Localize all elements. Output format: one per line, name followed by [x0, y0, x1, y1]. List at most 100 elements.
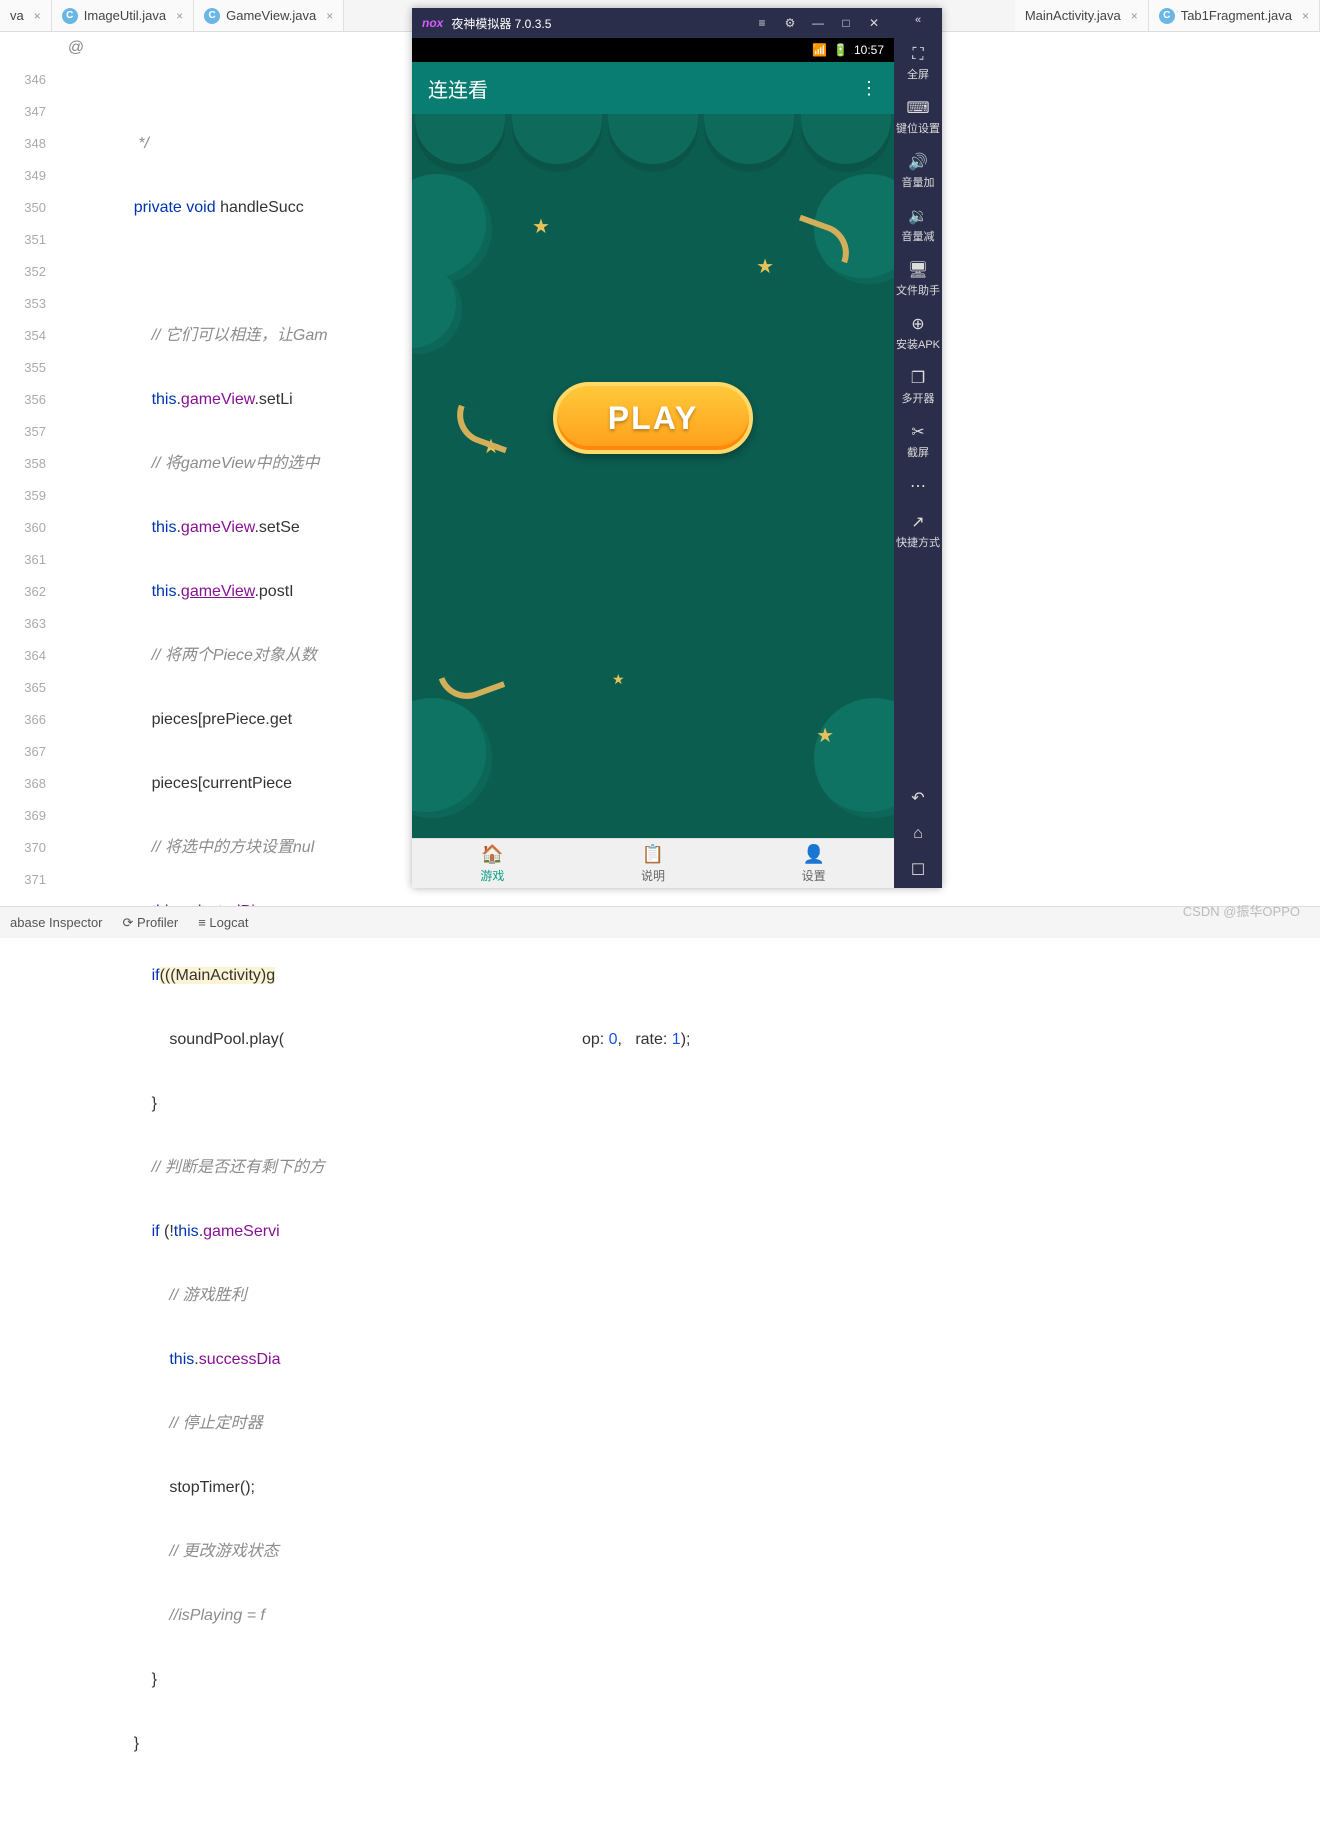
- emulator-window: nox 夜神模拟器 7.0.3.5 ≡ ⚙ — □ ✕ 📶 🔋 10:57 连连…: [412, 8, 942, 888]
- db-inspector-tab[interactable]: abase Inspector: [10, 915, 103, 930]
- more-icon: ⋯: [910, 476, 926, 496]
- tab-imageutil[interactable]: CImageUtil.java×: [52, 0, 194, 31]
- line-num: 365: [0, 672, 46, 704]
- tab-label: MainActivity.java: [1025, 8, 1121, 23]
- profiler-tab[interactable]: ⟳ Profiler: [123, 915, 179, 931]
- multi-button[interactable]: ❐ 多开器: [894, 360, 942, 414]
- gear-icon[interactable]: ⚙: [780, 16, 800, 30]
- code-text: stopTimer();: [169, 1479, 255, 1496]
- tab-label: Tab1Fragment.java: [1181, 8, 1292, 23]
- field: gameView: [181, 583, 255, 600]
- nav-settings[interactable]: 👤 设置: [733, 839, 894, 888]
- code-comment: // 将选中的方块设置nul: [152, 839, 315, 856]
- user-icon: 👤: [802, 844, 824, 865]
- tab-gameview[interactable]: CGameView.java×: [194, 0, 344, 31]
- tab-label: GameView.java: [226, 8, 316, 23]
- kw: if: [152, 967, 160, 984]
- shortcut-button[interactable]: ↗快捷方式: [894, 504, 942, 558]
- battery-icon: 🔋: [833, 43, 848, 57]
- tab-frag0[interactable]: va×: [0, 0, 52, 31]
- line-num: 347: [0, 96, 46, 128]
- star-icon: ★: [612, 671, 625, 688]
- maximize-icon[interactable]: □: [836, 16, 856, 30]
- keymap-button[interactable]: ⌨键位设置: [894, 90, 942, 144]
- code-text: }: [152, 1671, 157, 1688]
- code-comment: // 更改游戏状态: [169, 1543, 278, 1560]
- android-back-button[interactable]: ↶: [894, 780, 942, 816]
- nav-help[interactable]: 📋 说明: [573, 839, 734, 888]
- code-comment: // 停止定时器: [169, 1415, 262, 1432]
- kw: this: [152, 519, 177, 536]
- side-label: 音量减: [902, 228, 935, 244]
- field: successDia: [199, 1351, 281, 1368]
- multi-icon: ❐: [911, 368, 925, 388]
- field: gameServi: [203, 1223, 279, 1240]
- override-icon[interactable]: @: [56, 32, 96, 64]
- file-button[interactable]: 🖥 文件助手: [894, 252, 942, 306]
- close-icon[interactable]: ×: [1131, 9, 1138, 23]
- android-home-button[interactable]: ⌂: [894, 816, 942, 852]
- menu-icon[interactable]: ≡: [752, 16, 772, 30]
- tab-mainactivity[interactable]: MainActivity.java ×: [1015, 0, 1149, 31]
- minimize-icon[interactable]: —: [808, 16, 828, 30]
- app-title: 连连看: [428, 74, 488, 103]
- kw: this: [174, 1223, 199, 1240]
- screenshot-button[interactable]: ✂截屏: [894, 414, 942, 468]
- nav-game[interactable]: 🏠游戏: [412, 839, 573, 888]
- line-num: 348: [0, 128, 46, 160]
- line-num: 360: [0, 512, 46, 544]
- emulator-screen: nox 夜神模拟器 7.0.3.5 ≡ ⚙ — □ ✕ 📶 🔋 10:57 连连…: [412, 8, 894, 888]
- emulator-titlebar[interactable]: nox 夜神模拟器 7.0.3.5 ≡ ⚙ — □ ✕: [412, 8, 894, 38]
- line-num: 358: [0, 448, 46, 480]
- star-icon: ★: [756, 254, 774, 279]
- line-num: 371: [0, 864, 46, 896]
- wifi-icon: 📶: [812, 43, 827, 57]
- code-text: pieces[prePiece.get: [152, 711, 293, 728]
- logcat-tab[interactable]: ≡ Logcat: [198, 915, 248, 930]
- fullscreen-button[interactable]: ⛶全屏: [894, 38, 942, 90]
- emulator-sidebar: « ⛶全屏 ⌨键位设置 🔊音量加 🔉音量减 🖥文件助手 ⊕安装APK ❐多开器 …: [894, 8, 942, 888]
- more-button[interactable]: ⋯: [894, 468, 942, 504]
- leaf-decoration: [814, 698, 894, 818]
- line-num: 362: [0, 576, 46, 608]
- close-icon[interactable]: ×: [176, 9, 183, 23]
- file-icon: 🖥: [908, 260, 928, 280]
- side-label: 文件助手: [896, 282, 940, 298]
- clipboard-icon: 📋: [642, 844, 664, 865]
- code-text: );: [681, 1031, 691, 1048]
- side-label: 多开器: [902, 390, 935, 406]
- nav-label: 说明: [641, 867, 665, 884]
- tab-tab1fragment[interactable]: CTab1Fragment.java×: [1149, 0, 1320, 31]
- watermark: CSDN @振华OPPO: [1183, 901, 1300, 920]
- apk-button[interactable]: ⊕安装APK: [894, 306, 942, 360]
- play-button[interactable]: PLAY: [553, 382, 753, 454]
- emulator-title: 夜神模拟器 7.0.3.5: [451, 15, 551, 32]
- game-canvas[interactable]: ★ ★ ★ ★ ★ PLAY: [412, 114, 894, 838]
- line-num: 370: [0, 832, 46, 864]
- close-icon[interactable]: ✕: [864, 16, 884, 30]
- code-comment: //isPlaying = f: [169, 1607, 265, 1624]
- overflow-icon[interactable]: ⋮: [860, 78, 878, 99]
- close-icon[interactable]: ×: [326, 9, 333, 23]
- kw: this: [152, 391, 177, 408]
- gutter: 346 347 348 349 350 351 352 353 354 355 …: [0, 32, 56, 902]
- tab-label: ImageUtil.java: [84, 8, 166, 23]
- code-text: , rate:: [618, 1031, 672, 1048]
- nav-label: 设置: [802, 867, 826, 884]
- home-icon: 🏠: [481, 844, 503, 865]
- collapse-icon[interactable]: «: [915, 14, 921, 38]
- volume-up-icon: 🔊: [908, 152, 928, 172]
- decoration: [412, 114, 894, 174]
- code-text: }: [152, 1095, 157, 1112]
- code-text: (!: [160, 1223, 174, 1240]
- voldown-button[interactable]: 🔉音量减: [894, 198, 942, 252]
- close-icon[interactable]: ×: [34, 9, 41, 23]
- method: .setLi: [254, 391, 292, 408]
- side-label: 快捷方式: [896, 534, 940, 550]
- close-icon[interactable]: ×: [1302, 9, 1309, 23]
- line-num: 353: [0, 288, 46, 320]
- method: handleSucc: [220, 199, 304, 216]
- kw: if: [152, 1223, 160, 1240]
- volup-button[interactable]: 🔊音量加: [894, 144, 942, 198]
- android-recents-button[interactable]: ☐: [894, 852, 942, 888]
